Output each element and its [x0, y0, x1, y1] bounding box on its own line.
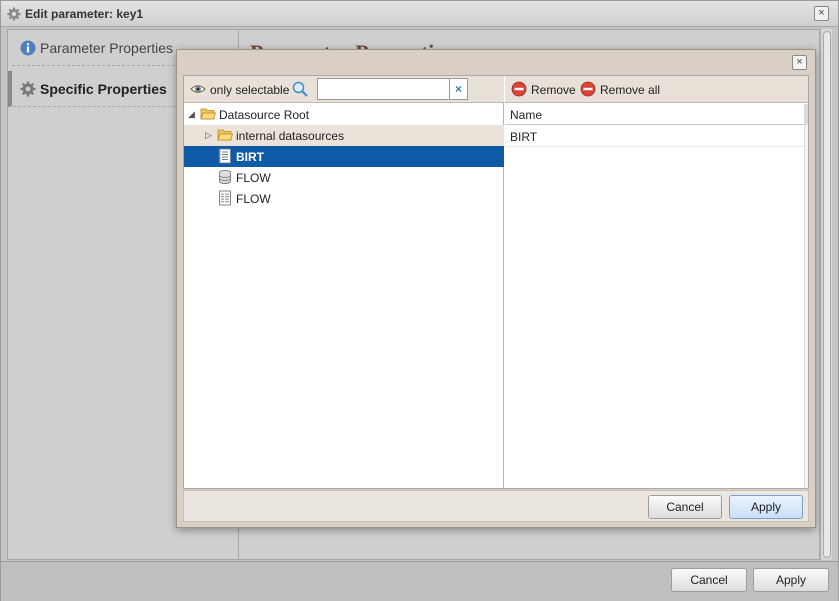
tree-toolbar: only selectable ×: [184, 76, 504, 103]
remove-button[interactable]: Remove: [511, 81, 576, 98]
dialog-apply-button[interactable]: Apply: [729, 495, 803, 519]
info-icon: [20, 40, 36, 56]
tree-node-internal-datasources[interactable]: ▷ internal datasources: [184, 125, 504, 146]
dialog-cancel-button[interactable]: Cancel: [648, 495, 722, 519]
report-icon: [218, 148, 231, 164]
minus-circle-icon: [511, 81, 527, 97]
search-clear-button[interactable]: ×: [450, 78, 468, 100]
remove-label: Remove: [531, 83, 576, 97]
list-item-label: BIRT: [510, 130, 538, 144]
window-title: Edit parameter: key1: [25, 7, 144, 21]
datasource-tree-pane: only selectable × ◢ Datasource Root ▷ in…: [184, 76, 504, 488]
only-selectable-label: only selectable: [210, 83, 290, 97]
nav-item-label: Specific Properties: [40, 81, 167, 97]
window-footer: Cancel Apply: [1, 561, 838, 601]
tree-node-label: FLOW: [236, 192, 271, 206]
search-input[interactable]: [317, 78, 450, 100]
dialog-footer: Cancel Apply: [183, 490, 809, 522]
folder-open-icon: [217, 129, 233, 141]
window-cancel-button[interactable]: Cancel: [671, 568, 747, 592]
tree-node-label: BIRT: [236, 150, 264, 164]
gear-icon: [20, 81, 36, 97]
column-header-label: Name: [510, 108, 543, 122]
magnifier-icon[interactable]: [292, 81, 308, 97]
window-titlebar: Edit parameter: key1 ×: [1, 1, 838, 27]
gear-icon: [7, 7, 21, 21]
selected-toolbar: Remove Remove all: [505, 76, 808, 103]
tree-node-label: Datasource Root: [219, 108, 310, 122]
tree-node-birt[interactable]: BIRT: [184, 146, 504, 167]
eye-icon: [190, 85, 206, 93]
document-icon: [219, 190, 231, 206]
scrollbar-thumb[interactable]: [823, 31, 831, 558]
remove-all-label: Remove all: [600, 83, 661, 97]
only-selectable-toggle[interactable]: only selectable: [190, 81, 290, 98]
minus-circle-icon: [580, 81, 596, 97]
header-divider: [804, 104, 808, 125]
tree-node-label: FLOW: [236, 171, 271, 185]
window-apply-button[interactable]: Apply: [753, 568, 829, 592]
folder-open-icon: [200, 108, 216, 120]
dialog-body: only selectable × ◢ Datasource Root ▷ in…: [183, 75, 809, 489]
list-item[interactable]: BIRT: [505, 126, 804, 147]
expand-arrow[interactable]: ▷: [205, 130, 212, 141]
nav-item-label: Parameter Properties: [40, 40, 174, 56]
remove-all-button[interactable]: Remove all: [580, 81, 660, 98]
window-scrollbar[interactable]: [820, 29, 832, 560]
tree-node-datasource-root[interactable]: ◢ Datasource Root: [184, 104, 504, 125]
tree-node-flow-document[interactable]: FLOW: [184, 188, 504, 209]
datasource-tree: ◢ Datasource Root ▷ internal datasources: [184, 104, 504, 209]
dialog-close-button[interactable]: ×: [792, 55, 807, 70]
tree-node-flow-database[interactable]: FLOW: [184, 167, 504, 188]
selected-items-pane: Remove Remove all Name BIRT: [505, 76, 808, 488]
collapse-arrow[interactable]: ◢: [188, 109, 195, 120]
window-close-button[interactable]: ×: [814, 6, 829, 21]
datasource-select-dialog: × only selectable × ◢ Datasource Root ▷ …: [176, 49, 816, 528]
database-icon: [219, 170, 231, 184]
name-column-header[interactable]: Name: [505, 104, 808, 125]
list-scrollbar[interactable]: [804, 125, 808, 488]
tree-node-label: internal datasources: [236, 129, 345, 143]
